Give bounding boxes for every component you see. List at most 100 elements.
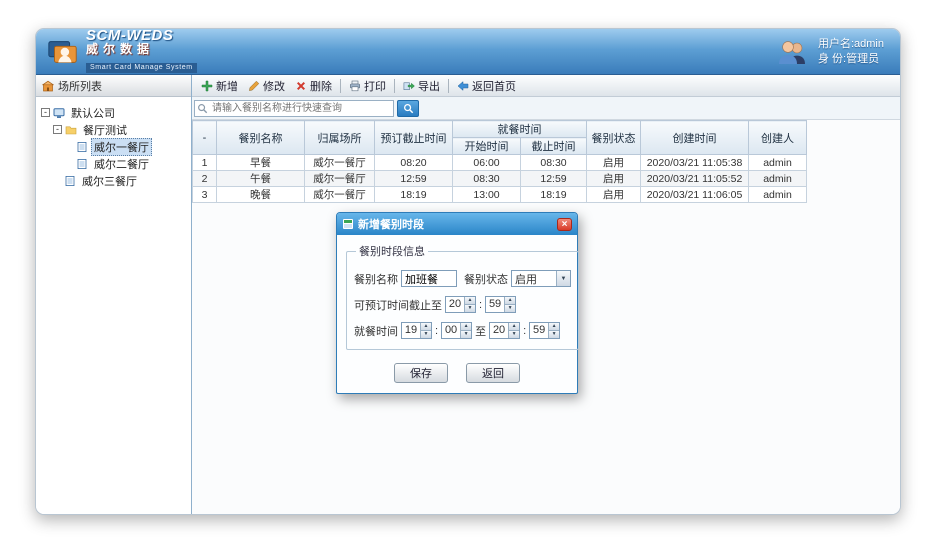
spinner-value: 20: [446, 297, 464, 312]
top-header: SCM-WEDS 威尔数据 Smart Card Manage System 用…: [36, 29, 900, 75]
toolbar-label: 返回首页: [472, 78, 516, 94]
tree-item-restaurant-2[interactable]: 威尔二餐厅: [39, 155, 188, 172]
spinner-down-icon[interactable]: ▼: [465, 304, 475, 312]
chevron-down-icon[interactable]: ▼: [556, 271, 570, 286]
dialog-title: 新增餐别时段: [358, 216, 553, 232]
status-select-value: 启用: [512, 271, 556, 287]
dining-time-label: 就餐时间: [354, 323, 398, 339]
dining-end-hour-spinner[interactable]: 20 ▲▼: [489, 322, 520, 339]
home-icon: [457, 80, 469, 92]
status-select[interactable]: 启用 ▼: [511, 270, 571, 287]
close-icon[interactable]: ×: [557, 218, 572, 231]
sidebar: 场所列表 - 默认公司 - 餐厅测试: [36, 75, 192, 515]
cell-index: 3: [193, 187, 217, 203]
spinner-down-icon[interactable]: ▼: [505, 304, 515, 312]
table-row[interactable]: 1 早餐 威尔一餐厅 08:20 06:00 08:30 启用 2020/03/…: [193, 155, 807, 171]
tree-item-label[interactable]: 威尔一餐厅: [91, 138, 152, 156]
export-icon: [403, 80, 415, 92]
time-colon: :: [523, 325, 526, 337]
user-info: 用户名:admin 身 份:管理员: [776, 37, 884, 67]
booking-minute-spinner[interactable]: 59 ▲▼: [485, 296, 516, 313]
print-button[interactable]: 打印: [344, 76, 391, 96]
user-lines: 用户名:admin 身 份:管理员: [818, 37, 884, 67]
sidebar-title: 场所列表: [58, 78, 102, 94]
spinner-arrows: ▲▼: [420, 323, 431, 338]
dialog-icon: [342, 218, 354, 230]
table-row[interactable]: 3 晚餐 威尔一餐厅 18:19 13:00 18:19 启用 2020/03/…: [193, 187, 807, 203]
back-home-button[interactable]: 返回首页: [452, 76, 521, 96]
cell-index: 1: [193, 155, 217, 171]
cell-end-time: 12:59: [521, 171, 587, 187]
toolbar: 新增 修改 删除 打印 导出: [192, 75, 900, 97]
spinner-up-icon[interactable]: ▲: [505, 297, 515, 304]
collapse-icon[interactable]: -: [53, 125, 62, 134]
spinner-up-icon[interactable]: ▲: [465, 297, 475, 304]
spinner-down-icon[interactable]: ▼: [461, 330, 471, 338]
dining-start-hour-spinner[interactable]: 19 ▲▼: [401, 322, 432, 339]
tree-item-label[interactable]: 威尔二餐厅: [91, 155, 152, 173]
add-button[interactable]: 新增: [196, 76, 243, 96]
toolbar-label: 导出: [418, 78, 440, 94]
logo-title: SCM-WEDS: [86, 29, 197, 43]
cell-index: 2: [193, 171, 217, 187]
tree-item-restaurant-1[interactable]: 威尔一餐厅: [39, 138, 188, 155]
spinner-arrows: ▲▼: [460, 323, 471, 338]
tree-item-company[interactable]: - 默认公司: [39, 104, 188, 121]
search-bar: [192, 97, 900, 120]
role-text: 身 份:管理员: [818, 52, 884, 67]
company-icon: [53, 107, 65, 119]
toolbar-label: 打印: [364, 78, 386, 94]
col-header-index: -: [193, 121, 217, 155]
delete-icon: [295, 80, 307, 92]
tree-item-label[interactable]: 默认公司: [68, 104, 118, 122]
booking-hour-spinner[interactable]: 20 ▲▼: [445, 296, 476, 313]
add-meal-period-dialog: 新增餐别时段 × 餐别时段信息 餐别名称 餐别状态 启用 ▼ 可预订时间截止至: [336, 212, 578, 394]
tree-item-label[interactable]: 威尔三餐厅: [79, 172, 140, 190]
dining-end-minute-spinner[interactable]: 59 ▲▼: [529, 322, 560, 339]
export-button[interactable]: 导出: [398, 76, 445, 96]
edit-button[interactable]: 修改: [243, 76, 290, 96]
tree-item-restaurant-3[interactable]: 威尔三餐厅: [39, 172, 188, 189]
spinner-value: 19: [402, 323, 420, 338]
collapse-icon[interactable]: -: [41, 108, 50, 117]
toolbar-label: 删除: [310, 78, 332, 94]
building-icon: [42, 80, 54, 92]
dialog-title-bar: 新增餐别时段 ×: [337, 213, 577, 235]
col-header-booking-deadline: 预订截止时间: [375, 121, 453, 155]
dialog-body: 餐别时段信息 餐别名称 餐别状态 启用 ▼ 可预订时间截止至 20 ▲▼: [337, 235, 577, 393]
search-input[interactable]: [194, 100, 394, 117]
search-icon: [197, 103, 208, 114]
edit-icon: [248, 80, 260, 92]
folder-icon: [65, 124, 77, 136]
cell-meal-name: 午餐: [217, 171, 305, 187]
spinner-down-icon[interactable]: ▼: [549, 330, 559, 338]
spinner-up-icon[interactable]: ▲: [461, 323, 471, 330]
status-label: 餐别状态: [464, 271, 508, 287]
spinner-down-icon[interactable]: ▼: [421, 330, 431, 338]
spinner-up-icon[interactable]: ▲: [509, 323, 519, 330]
cell-status: 启用: [587, 171, 641, 187]
toolbar-separator: [448, 79, 449, 93]
cell-meal-name: 晚餐: [217, 187, 305, 203]
cell-end-time: 18:19: [521, 187, 587, 203]
cell-creator: admin: [749, 171, 807, 187]
meal-name-input[interactable]: [401, 270, 457, 287]
spinner-up-icon[interactable]: ▲: [549, 323, 559, 330]
meal-name-label: 餐别名称: [354, 271, 398, 287]
back-button[interactable]: 返回: [466, 363, 520, 383]
logo-icon: [46, 35, 80, 69]
save-button[interactable]: 保存: [394, 363, 448, 383]
table-row[interactable]: 2 午餐 威尔一餐厅 12:59 08:30 12:59 启用 2020/03/…: [193, 171, 807, 187]
restaurant-icon: [76, 141, 88, 153]
spinner-down-icon[interactable]: ▼: [509, 330, 519, 338]
delete-button[interactable]: 删除: [290, 76, 337, 96]
search-button[interactable]: [397, 100, 419, 117]
dining-start-minute-spinner[interactable]: 00 ▲▼: [441, 322, 472, 339]
logo-subtitle: 威尔数据: [86, 43, 197, 56]
tree-item-label[interactable]: 餐厅测试: [80, 121, 130, 139]
tree-item-restaurant-group[interactable]: - 餐厅测试: [39, 121, 188, 138]
spinner-up-icon[interactable]: ▲: [421, 323, 431, 330]
add-icon: [201, 80, 213, 92]
place-tree: - 默认公司 - 餐厅测试: [36, 97, 191, 196]
logo-tagline: Smart Card Manage System: [86, 63, 197, 73]
